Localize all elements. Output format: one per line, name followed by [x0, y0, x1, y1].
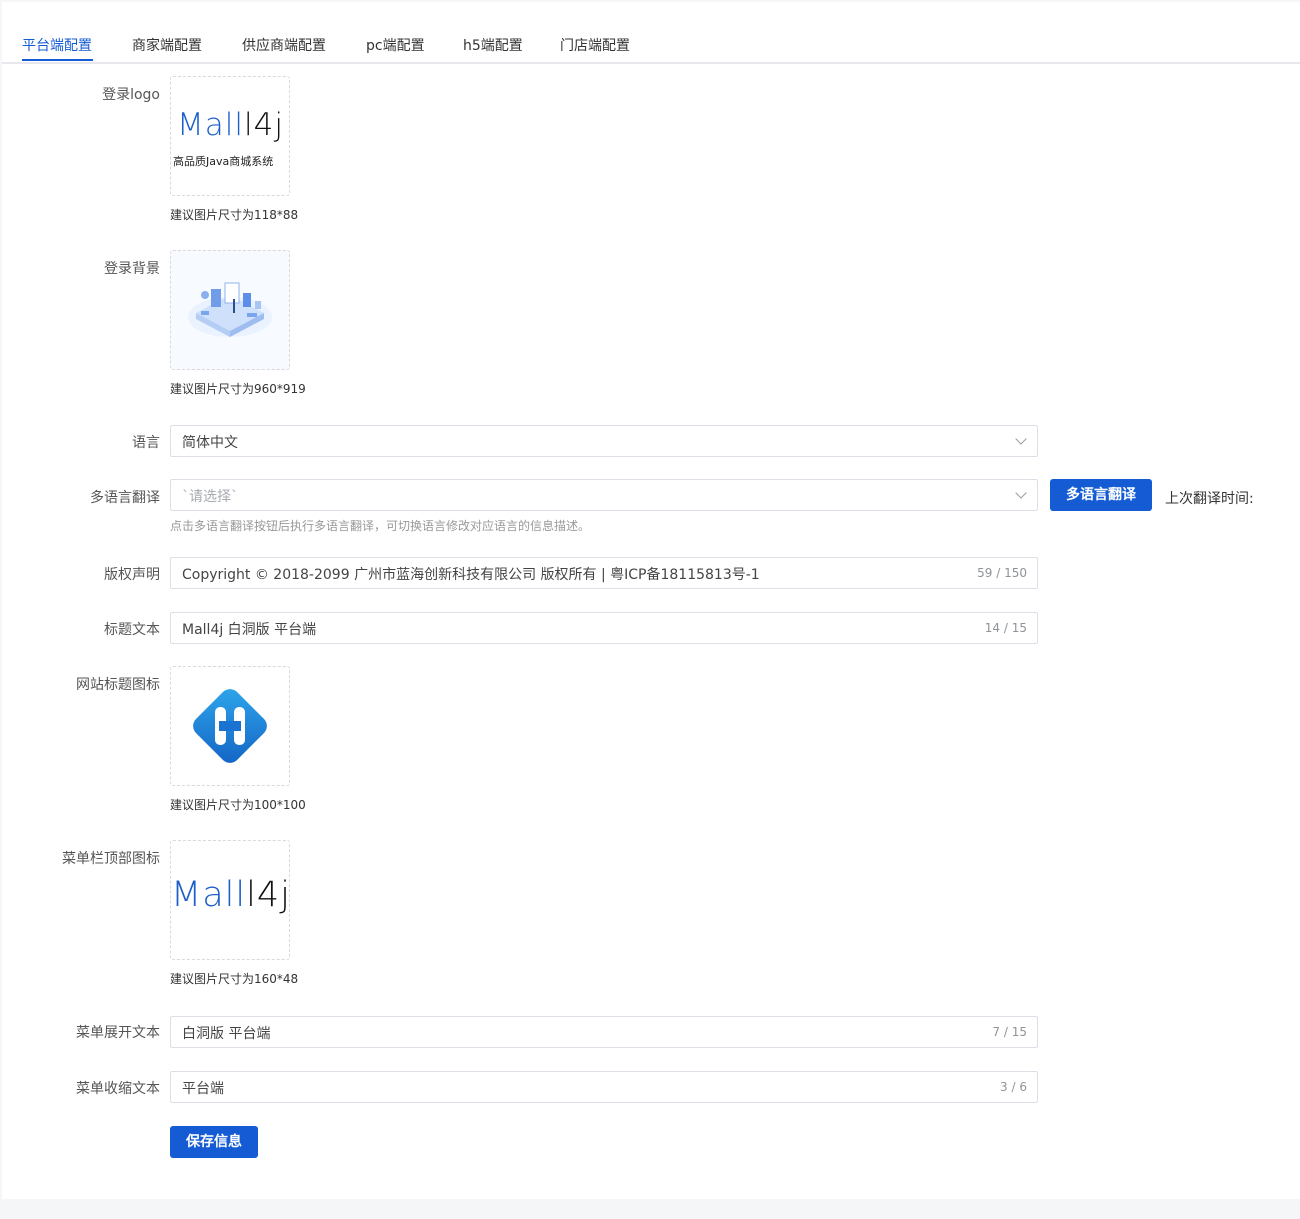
- tab-merchant[interactable]: 商家端配置: [132, 35, 202, 55]
- login-bg-upload[interactable]: [170, 250, 290, 370]
- tab-store[interactable]: 门店端配置: [560, 35, 630, 55]
- login-logo-caption: 高品质Java商城系统: [173, 155, 274, 168]
- save-button[interactable]: 保存信息: [170, 1126, 258, 1158]
- menu-top-icon-hint: 建议图片尺寸为160*48: [170, 972, 299, 986]
- menu-collapse-value: 平台端: [182, 1081, 224, 1097]
- copyright-count: 59 / 150: [977, 566, 1027, 580]
- login-logo-label: 登录logo: [102, 87, 160, 103]
- copyright-input[interactable]: Copyright © 2018-2099 广州市蓝海创新科技有限公司 版权所有…: [170, 557, 1038, 589]
- copyright-label: 版权声明: [104, 567, 160, 583]
- login-logo-upload[interactable]: Malll4j 高品质Java商城系统: [170, 76, 290, 196]
- isometric-illustration-icon: [188, 282, 272, 337]
- multi-lang-translate-button[interactable]: 多语言翻译: [1050, 479, 1152, 511]
- menu-top-icon-label: 菜单栏顶部图标: [62, 851, 160, 867]
- menu-top-logo-image: Malll4j: [171, 875, 290, 915]
- chevron-down-icon: [1015, 487, 1027, 499]
- title-text-input[interactable]: Mall4j 白洞版 平台端 14 / 15: [170, 612, 1038, 644]
- site-icon-label: 网站标题图标: [76, 677, 160, 693]
- language-value: 简体中文: [182, 435, 238, 451]
- multi-lang-placeholder: `请选择`: [182, 489, 238, 505]
- tab-h5[interactable]: h5端配置: [463, 35, 523, 55]
- menu-expand-value: 白洞版 平台端: [182, 1026, 271, 1042]
- copyright-value: Copyright © 2018-2099 广州市蓝海创新科技有限公司 版权所有…: [182, 567, 760, 583]
- login-bg-label: 登录背景: [104, 261, 160, 277]
- menu-collapse-label: 菜单收缩文本: [76, 1081, 160, 1097]
- menu-collapse-count: 3 / 6: [1000, 1080, 1027, 1094]
- config-tabs: 平台端配置 商家端配置 供应商端配置 pc端配置 h5端配置 门店端配置: [2, 2, 1300, 64]
- site-logo-icon: [193, 689, 267, 763]
- title-text-label: 标题文本: [104, 622, 160, 638]
- title-text-value: Mall4j 白洞版 平台端: [182, 622, 317, 638]
- config-page: 平台端配置 商家端配置 供应商端配置 pc端配置 h5端配置 门店端配置 登录l…: [2, 2, 1300, 1199]
- tab-supplier[interactable]: 供应商端配置: [242, 35, 326, 55]
- last-translate-time: 上次翻译时间:: [1165, 491, 1254, 507]
- language-select[interactable]: 简体中文: [170, 425, 1038, 457]
- menu-expand-input[interactable]: 白洞版 平台端 7 / 15: [170, 1016, 1038, 1048]
- menu-expand-label: 菜单展开文本: [76, 1025, 160, 1041]
- menu-top-icon-upload[interactable]: Malll4j: [170, 840, 290, 960]
- menu-collapse-input[interactable]: 平台端 3 / 6: [170, 1071, 1038, 1103]
- multi-lang-select[interactable]: `请选择`: [170, 479, 1038, 511]
- login-bg-hint: 建议图片尺寸为960*919: [170, 382, 306, 396]
- menu-expand-count: 7 / 15: [992, 1025, 1027, 1039]
- title-text-count: 14 / 15: [984, 621, 1027, 635]
- tab-platform[interactable]: 平台端配置: [22, 35, 92, 55]
- active-tab-indicator: [22, 59, 93, 61]
- tab-pc[interactable]: pc端配置: [366, 35, 425, 55]
- multi-lang-hint: 点击多语言翻译按钮后执行多语言翻译，可切换语言修改对应语言的信息描述。: [170, 519, 591, 533]
- login-logo-hint: 建议图片尺寸为118*88: [170, 208, 299, 222]
- site-icon-upload[interactable]: [170, 666, 290, 786]
- language-label: 语言: [132, 435, 160, 451]
- chevron-down-icon: [1015, 433, 1027, 445]
- login-logo-image: Malll4j: [177, 107, 284, 143]
- multi-lang-label: 多语言翻译: [90, 490, 160, 506]
- site-icon-hint: 建议图片尺寸为100*100: [170, 798, 306, 812]
